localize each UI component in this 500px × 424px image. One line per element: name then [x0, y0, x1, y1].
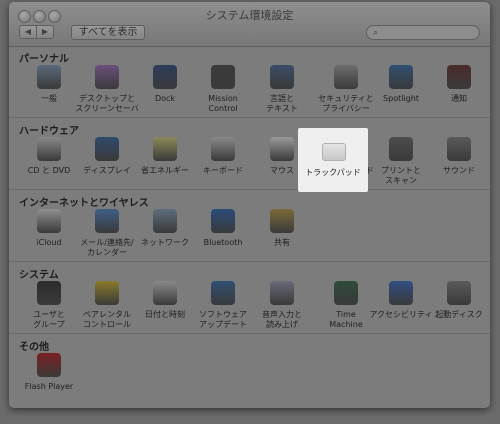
language-icon [270, 65, 294, 89]
section-title: パーソナル [19, 54, 69, 65]
display-icon [95, 137, 119, 161]
startup-disk-icon [447, 281, 471, 305]
show-all-button[interactable]: すべてを表示 [71, 25, 145, 40]
spotlight-icon [389, 65, 413, 89]
sharing-icon [270, 209, 294, 233]
notifications-icon [447, 65, 471, 89]
highlighted-pane-label: トラックパッド [305, 168, 361, 177]
bluetooth-icon [211, 209, 235, 233]
print-scan-icon [389, 137, 413, 161]
back-arrow-icon: ◀ [24, 27, 32, 36]
pref-pane-label: Flash Player [24, 382, 74, 391]
section-title: ハードウェア [19, 126, 79, 137]
pref-pane-label: 起動ディスク [435, 310, 483, 319]
system-preferences-window: システム環境設定 ◀ ▶ すべてを表示 ⌕ パーソナル 一般 デスクトップと スクリ… [9, 2, 490, 408]
icloud-icon [37, 209, 61, 233]
time-machine-icon [334, 281, 358, 305]
dictation-speech-icon [270, 281, 294, 305]
section-title: システム [19, 270, 59, 281]
desktop-icon [95, 65, 119, 89]
date-time-icon [153, 281, 177, 305]
cd-dvd-icon [37, 137, 61, 161]
section-divider [9, 261, 490, 262]
sound-icon [447, 137, 471, 161]
energy-saver-icon [153, 137, 177, 161]
security-icon [334, 65, 358, 89]
search-icon: ⌕ [373, 28, 379, 38]
section-title: インターネットとワイヤレス [19, 198, 149, 209]
pref-pane-label: サウンド [443, 166, 475, 175]
section-divider [9, 333, 490, 334]
back-button[interactable]: ◀ [19, 25, 37, 39]
accessibility-icon [389, 281, 413, 305]
mail-contacts-icon [95, 209, 119, 233]
trackpad-icon [322, 143, 346, 161]
section-title: その他 [19, 342, 49, 353]
window-title: システム環境設定 [205, 9, 294, 22]
forward-arrow-icon: ▶ [41, 27, 49, 36]
keyboard-icon [211, 137, 235, 161]
titlebar: システム環境設定 ◀ ▶ すべてを表示 ⌕ [9, 2, 490, 47]
users-groups-icon [37, 281, 61, 305]
section-divider [9, 117, 490, 118]
flash-player-icon [37, 353, 61, 377]
search-field[interactable]: ⌕ [366, 25, 480, 40]
section-divider [9, 189, 490, 190]
mouse-icon [270, 137, 294, 161]
general-icon [37, 65, 61, 89]
dock-icon [153, 65, 177, 89]
parental-controls-icon [95, 281, 119, 305]
network-icon [153, 209, 177, 233]
pref-pane-label: 通知 [451, 94, 467, 103]
software-update-icon [211, 281, 235, 305]
forward-button[interactable]: ▶ [36, 25, 54, 39]
pref-pane-label: 共有 [274, 238, 290, 247]
mission-control-icon [211, 65, 235, 89]
